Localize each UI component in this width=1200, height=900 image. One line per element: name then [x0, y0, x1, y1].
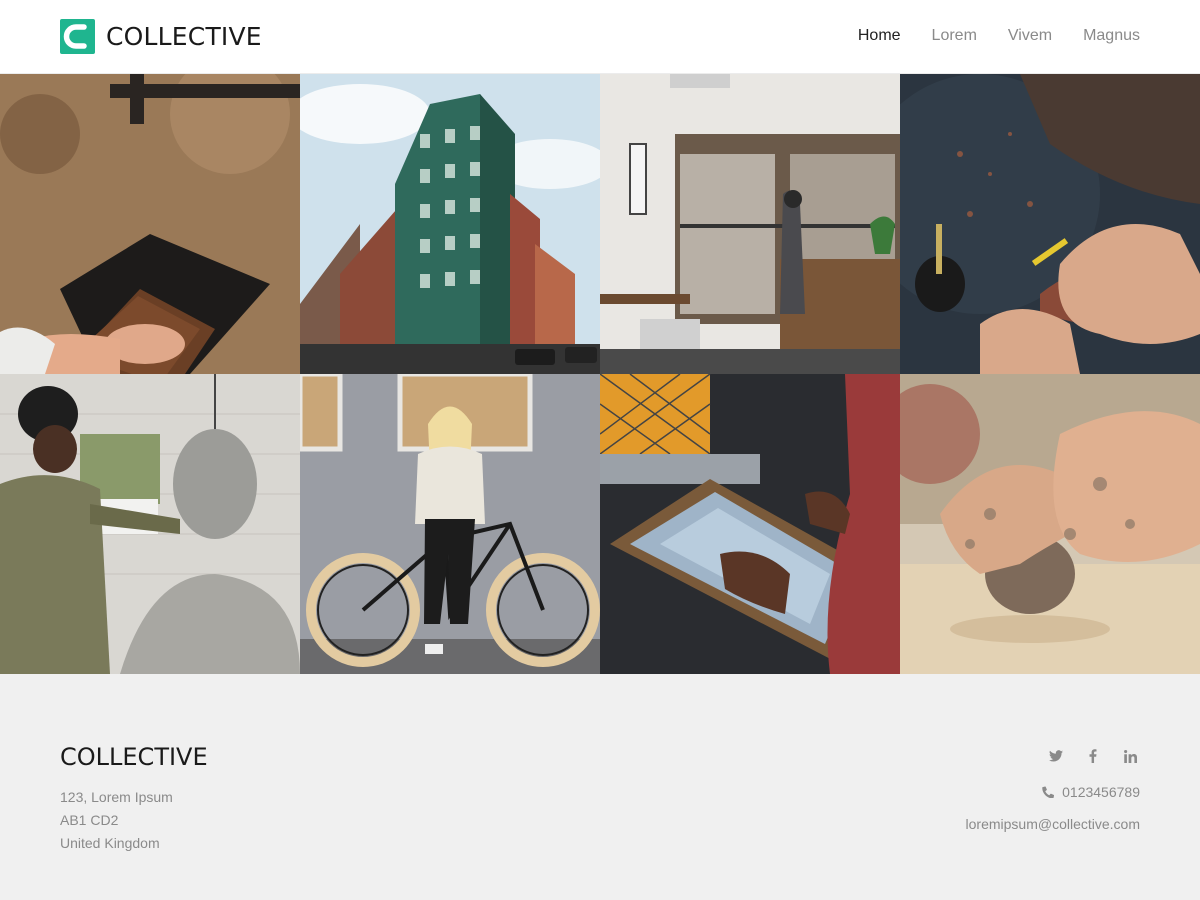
gallery-tile-building[interactable]	[300, 74, 600, 374]
gallery-tile-bicycle[interactable]	[300, 374, 600, 674]
address-line: United Kingdom	[60, 835, 160, 851]
sculptor-image	[0, 374, 300, 674]
brand-logo-link[interactable]: COLLECTIVE	[60, 19, 262, 54]
woodworking-image	[0, 74, 300, 374]
photo-gallery	[0, 74, 1200, 674]
address-line: AB1 CD2	[60, 812, 119, 828]
nav-link-home[interactable]: Home	[858, 24, 901, 48]
gallery-tile-studio[interactable]	[600, 74, 900, 374]
gallery-tile-carving[interactable]	[900, 74, 1200, 374]
phone-number: 0123456789	[1062, 784, 1140, 800]
social-links	[966, 746, 1140, 766]
woman-bicycle-image	[300, 374, 600, 674]
nav-link-lorem[interactable]: Lorem	[932, 24, 977, 48]
site-footer: COLLECTIVE 123, Lorem Ipsum AB1 CD2 Unit…	[0, 674, 1200, 900]
gallery-tile-woodworking[interactable]	[0, 74, 300, 374]
linkedin-icon[interactable]	[1120, 746, 1140, 766]
studio-image	[600, 74, 900, 374]
building-image	[300, 74, 600, 374]
address-line: 123, Lorem Ipsum	[60, 789, 173, 805]
gallery-tile-screen-print[interactable]	[600, 374, 900, 674]
gallery-tile-sculptor[interactable]	[0, 374, 300, 674]
brand-name: COLLECTIVE	[106, 22, 262, 51]
gallery-tile-clay[interactable]	[900, 374, 1200, 674]
check-mark-icon	[60, 19, 95, 54]
footer-brand: COLLECTIVE	[60, 743, 208, 771]
footer-email-link[interactable]: loremipsum@collective.com	[966, 816, 1140, 832]
phone-icon	[1042, 786, 1055, 798]
footer-contact: 0123456789 loremipsum@collective.com	[966, 746, 1140, 832]
twitter-icon[interactable]	[1046, 746, 1066, 766]
nav-link-magnus[interactable]: Magnus	[1083, 24, 1140, 48]
footer-address: 123, Lorem Ipsum AB1 CD2 United Kingdom	[60, 786, 173, 855]
footer-phone[interactable]: 0123456789	[966, 784, 1140, 800]
nav-link-vivem[interactable]: Vivem	[1008, 24, 1052, 48]
main-nav: Home Lorem Vivem Magnus	[827, 24, 1140, 48]
site-header: COLLECTIVE Home Lorem Vivem Magnus	[0, 0, 1200, 74]
facebook-icon[interactable]	[1083, 746, 1103, 766]
screen-printing-image	[600, 374, 900, 674]
clay-pottery-image	[900, 374, 1200, 674]
wood-carving-image	[900, 74, 1200, 374]
